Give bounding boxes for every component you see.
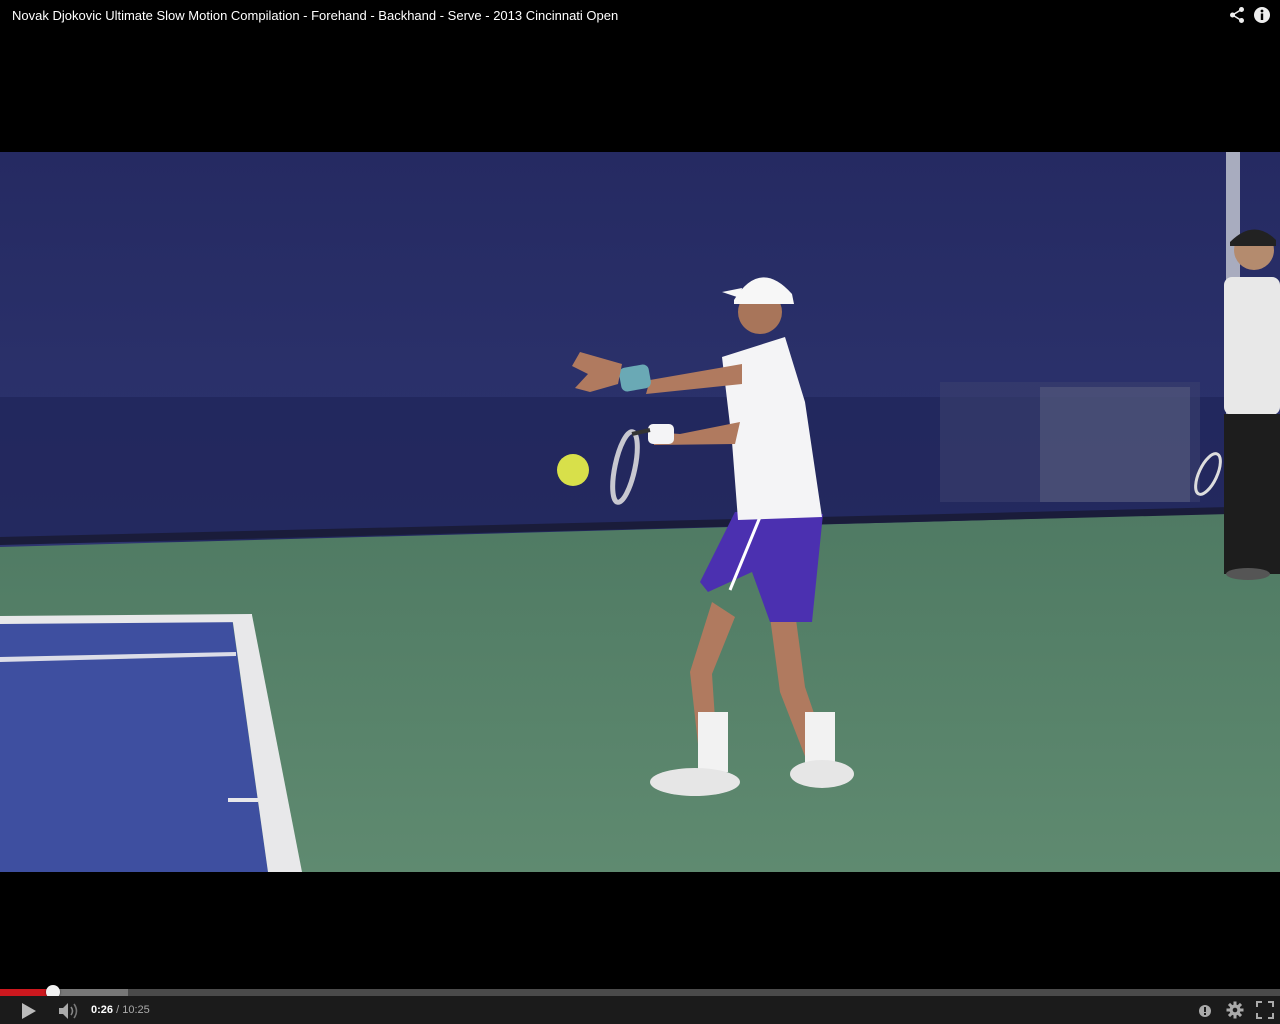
share-icon[interactable] bbox=[1228, 6, 1246, 24]
annotations-icon[interactable] bbox=[1197, 1003, 1213, 1019]
title-bar: Novak Djokovic Ultimate Slow Motion Comp… bbox=[0, 0, 1280, 32]
current-time: 0:26 bbox=[91, 1004, 114, 1016]
video-frame-image bbox=[0, 152, 1280, 872]
video-title[interactable]: Novak Djokovic Ultimate Slow Motion Comp… bbox=[12, 8, 618, 23]
duration: 10:25 bbox=[122, 1004, 150, 1016]
time-display: 0:26 / 10:25 bbox=[91, 1004, 150, 1016]
control-bar: 0:26 / 10:25 bbox=[0, 996, 1280, 1024]
play-icon[interactable] bbox=[16, 1000, 40, 1022]
volume-icon[interactable] bbox=[56, 1001, 82, 1021]
fullscreen-icon[interactable] bbox=[1256, 1001, 1274, 1019]
tennis-ball bbox=[557, 454, 589, 486]
info-icon[interactable] bbox=[1253, 6, 1271, 24]
progress-bar[interactable] bbox=[0, 985, 1280, 999]
settings-icon[interactable] bbox=[1226, 1001, 1244, 1019]
progress-played bbox=[0, 989, 54, 996]
time-separator: / bbox=[113, 1004, 123, 1016]
video-frame[interactable] bbox=[0, 152, 1280, 872]
video-player[interactable]: Novak Djokovic Ultimate Slow Motion Comp… bbox=[0, 0, 1280, 1024]
